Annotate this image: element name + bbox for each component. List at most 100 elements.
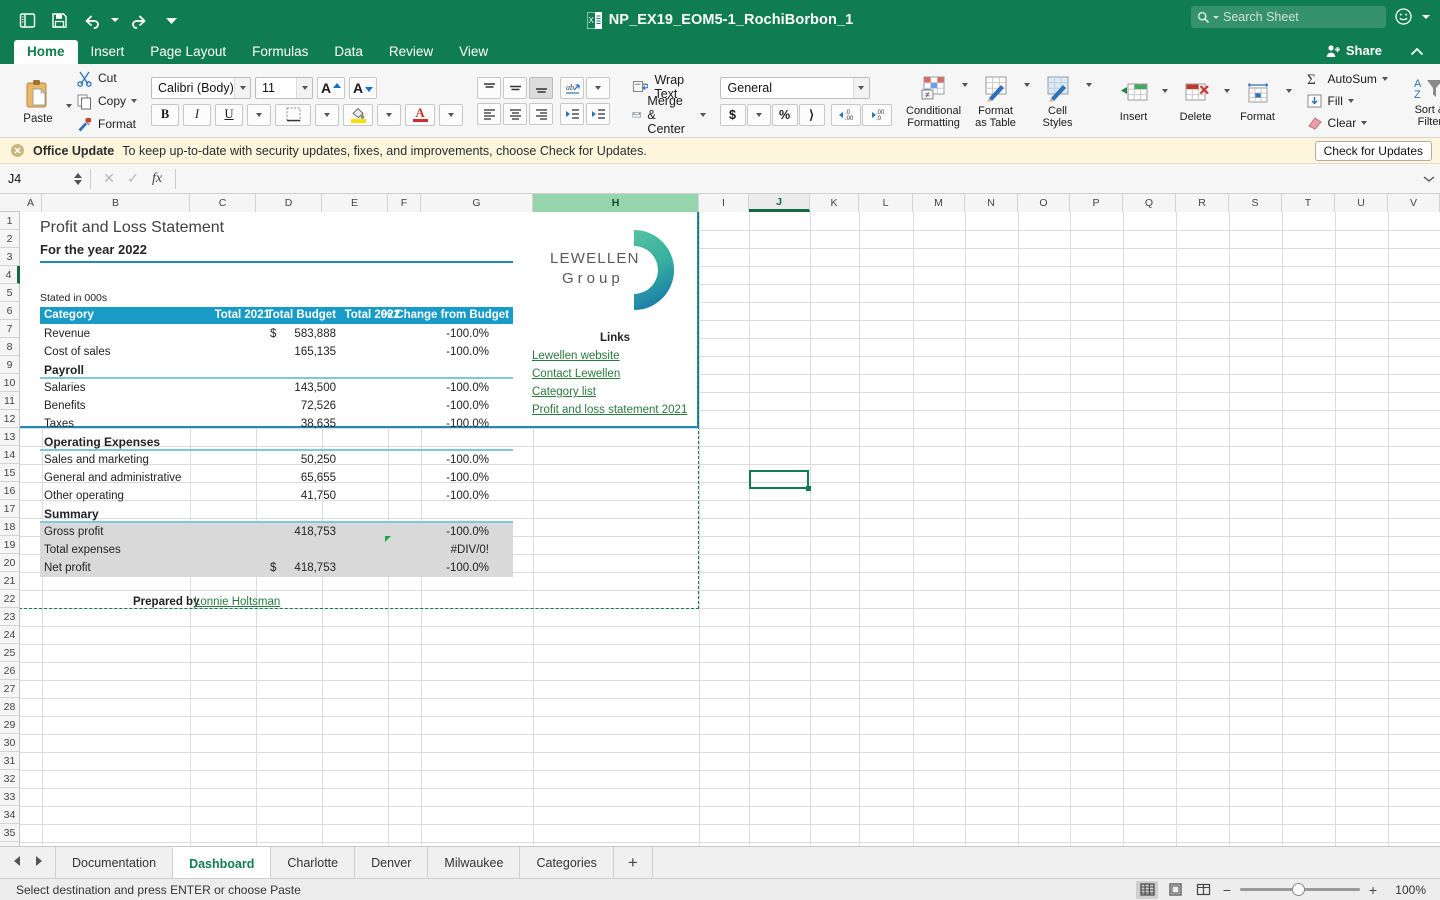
font-family-combo[interactable]: Calibri (Body) [151, 76, 252, 99]
close-icon[interactable] [10, 143, 25, 158]
align-top-button[interactable] [477, 77, 502, 99]
column-header-S[interactable]: S [1229, 194, 1282, 212]
zoom-slider[interactable] [1240, 883, 1360, 896]
enter-icon[interactable]: ✓ [121, 170, 145, 187]
row-header-29[interactable]: 29 [0, 716, 20, 734]
font-color-button[interactable]: A [405, 103, 436, 126]
chevron-down-icon[interactable] [1418, 175, 1440, 183]
row-header-27[interactable]: 27 [0, 680, 20, 698]
sheet-tab-dashboard[interactable]: Dashboard [172, 847, 272, 878]
column-header-T[interactable]: T [1282, 194, 1335, 212]
increase-font-size-button[interactable]: A [317, 76, 346, 99]
cancel-icon[interactable]: ✕ [97, 170, 121, 187]
row-header-26[interactable]: 26 [0, 662, 20, 680]
row-header-8[interactable]: 8 [0, 338, 20, 356]
prev-sheet-icon[interactable] [12, 854, 23, 872]
fill-caret[interactable] [1347, 99, 1354, 103]
search-input[interactable]: Search Sheet [1191, 6, 1386, 28]
undo-icon[interactable] [76, 6, 106, 34]
cut-button[interactable]: Cut [76, 68, 137, 88]
borders-button[interactable] [275, 103, 312, 126]
dashboard-link-3[interactable]: Profit and loss statement 2021 [532, 401, 687, 419]
row-header-23[interactable]: 23 [0, 608, 20, 626]
add-sheet-button[interactable]: + [614, 847, 653, 878]
column-header-D[interactable]: D [256, 194, 322, 212]
format-cells-button[interactable]: Format [1230, 79, 1286, 123]
name-box[interactable]: J4 [0, 164, 72, 194]
row-header-2[interactable]: 2 [0, 230, 20, 248]
comma-format-button[interactable]: ⟩ [798, 103, 825, 126]
row-header-16[interactable]: 16 [0, 482, 20, 500]
delete-cells-button[interactable]: Delete [1168, 79, 1224, 123]
row-header-31[interactable]: 31 [0, 752, 20, 770]
borders-dropdown-caret[interactable] [315, 103, 340, 126]
normal-view-icon[interactable] [1136, 880, 1158, 899]
copy-button[interactable]: Copy [76, 91, 138, 111]
dashboard-link-1[interactable]: Contact Lewellen [532, 365, 620, 383]
bold-button[interactable]: B [151, 103, 180, 126]
row-header-21[interactable]: 21 [0, 572, 20, 590]
cell-styles-caret[interactable] [1085, 83, 1092, 87]
ribbon-tab-data[interactable]: Data [321, 40, 376, 64]
dashboard-link-0[interactable]: Lewellen website [532, 347, 620, 365]
row-header-15[interactable]: 15 [0, 464, 20, 482]
ribbon-tab-review[interactable]: Review [376, 40, 446, 64]
next-sheet-icon[interactable] [33, 854, 44, 872]
row-header-22[interactable]: 22 [0, 590, 20, 608]
smiley-icon[interactable] [1394, 7, 1414, 27]
clear-button[interactable]: Clear [1306, 113, 1388, 133]
italic-button[interactable]: I [183, 103, 212, 126]
prepared-by-link[interactable]: Lonnie Holtsman [194, 593, 280, 611]
fill-color-button[interactable] [343, 103, 374, 126]
column-header-F[interactable]: F [388, 194, 421, 212]
row-header-25[interactable]: 25 [0, 644, 20, 662]
row-header-34[interactable]: 34 [0, 806, 20, 824]
row-header-4[interactable]: 4 [0, 266, 20, 284]
align-bottom-button[interactable] [529, 77, 554, 99]
fill-handle[interactable] [806, 486, 811, 491]
row-header-14[interactable]: 14 [0, 446, 20, 464]
align-left-button[interactable] [477, 103, 502, 125]
row-header-18[interactable]: 18 [0, 518, 20, 536]
column-header-U[interactable]: U [1335, 194, 1388, 212]
row-header-3[interactable]: 3 [0, 248, 20, 266]
align-center-button[interactable] [503, 103, 528, 125]
zoom-level[interactable]: 100% [1386, 883, 1426, 897]
sheet-tab-denver[interactable]: Denver [354, 847, 429, 878]
ribbon-tab-insert[interactable]: Insert [78, 40, 138, 64]
format-as-table-button[interactable]: Format as Table [968, 73, 1024, 129]
row-header-19[interactable]: 19 [0, 536, 20, 554]
undo-dropdown-caret[interactable] [108, 6, 122, 34]
merge-center-button[interactable]: Merge & Center [632, 94, 706, 136]
cell-styles-button[interactable]: Cell Styles [1030, 73, 1086, 129]
font-family-caret[interactable] [234, 77, 251, 98]
zoom-out-button[interactable]: − [1220, 882, 1234, 898]
column-header-P[interactable]: P [1070, 194, 1123, 212]
dashboard-link-2[interactable]: Category list [532, 383, 596, 401]
ribbon-tab-page-layout[interactable]: Page Layout [137, 40, 239, 64]
check-for-updates-button[interactable]: Check for Updates [1314, 141, 1432, 161]
row-header-33[interactable]: 33 [0, 788, 20, 806]
conditional-formatting-button[interactable]: ≠ Conditional Formatting [906, 73, 962, 129]
row-header-17[interactable]: 17 [0, 500, 20, 518]
autosum-button[interactable]: Σ AutoSum [1306, 69, 1388, 89]
row-header-24[interactable]: 24 [0, 626, 20, 644]
page-layout-icon[interactable] [1164, 881, 1186, 899]
fill-button[interactable]: Fill [1306, 91, 1388, 111]
search-scope-caret[interactable] [1213, 15, 1219, 19]
column-header-J[interactable]: J [749, 194, 810, 212]
format-painter-button[interactable]: Format [76, 114, 137, 134]
orientation-button[interactable]: ab [560, 77, 585, 99]
row-header-32[interactable]: 32 [0, 770, 20, 788]
column-header-B[interactable]: B [42, 194, 190, 212]
fill-color-dropdown-caret[interactable] [377, 103, 402, 126]
font-size-combo[interactable]: 11 [255, 76, 314, 99]
share-button[interactable]: Share [1326, 43, 1382, 58]
insert-cells-button[interactable]: Insert [1106, 79, 1162, 123]
row-header-7[interactable]: 7 [0, 320, 20, 338]
column-header-H[interactable]: H [533, 194, 699, 212]
font-color-dropdown-caret[interactable] [439, 103, 464, 126]
underline-button[interactable]: U [215, 103, 244, 126]
row-header-35[interactable]: 35 [0, 824, 20, 842]
ribbon-tab-view[interactable]: View [446, 40, 501, 64]
